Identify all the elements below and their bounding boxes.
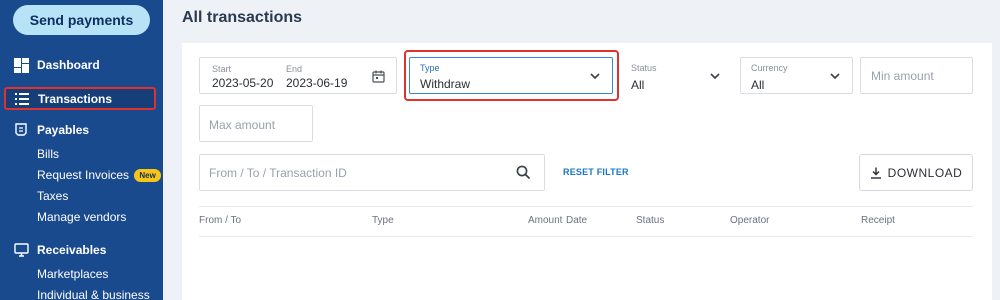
column-header-receipt: Receipt [861,215,895,226]
sidebar-item-label: Payables [37,123,90,137]
start-label: Start [212,64,232,74]
payables-icon [13,122,29,138]
sidebar-item-payables[interactable]: Payables [13,120,89,140]
search-input[interactable]: From / To / Transaction ID [199,154,545,191]
list-icon [14,91,30,107]
table-divider [199,206,973,207]
currency-select[interactable]: Currency All [740,57,853,94]
end-date-value: 2023-06-19 [286,76,348,90]
search-placeholder: From / To / Transaction ID [209,166,347,180]
status-select[interactable]: Status All [620,57,732,94]
date-range-field[interactable]: Start 2023-05-20 End 2023-06-19 [199,57,397,94]
sidebar-subitem-request-invoices[interactable]: Request Invoices New [37,167,161,183]
reset-filter-link[interactable]: RESET FILTER [563,167,629,177]
download-icon [870,167,881,179]
sidebar-item-transactions[interactable]: Transactions [4,87,156,110]
column-header-status: Status [636,215,665,226]
column-header-from-to: From / To [199,215,242,226]
sidebar-subitem-bills[interactable]: Bills [37,146,59,162]
chevron-down-icon [710,73,720,80]
end-label: End [286,64,303,74]
chevron-down-icon [830,73,840,80]
type-select-highlight [404,50,619,101]
sidebar-item-label: Receivables [37,243,107,257]
status-value: All [631,78,645,92]
calendar-icon[interactable] [372,70,385,88]
page-title: All transactions [182,9,303,26]
sidebar-subitem-manage-vendors[interactable]: Manage vendors [37,209,126,225]
min-amount-placeholder: Min amount [871,69,934,83]
table-divider [199,236,973,237]
column-header-operator: Operator [730,215,770,226]
status-label: Status [631,63,657,73]
currency-label: Currency [751,63,788,73]
sidebar-item-label: Dashboard [37,58,100,72]
currency-value: All [751,78,765,92]
download-button[interactable]: DOWNLOAD [859,154,973,191]
sidebar-subitem-marketplaces[interactable]: Marketplaces [37,266,108,282]
sidebar-item-receivables[interactable]: Receivables [13,240,106,260]
send-payments-button[interactable]: Send payments [13,5,150,35]
dashboard-icon [13,57,29,73]
sidebar-subitem-taxes[interactable]: Taxes [37,188,68,204]
column-header-date: Date [566,215,588,226]
sidebar-subitem-label: Request Invoices [37,168,130,182]
new-badge: New [134,169,161,182]
sidebar-item-dashboard[interactable]: Dashboard [13,55,100,75]
search-icon[interactable] [516,165,531,180]
sidebar: Send payments Dashboard Transactions Pay… [0,0,163,300]
min-amount-input[interactable]: Min amount [860,57,973,94]
start-date-value: 2023-05-20 [212,76,274,90]
download-label: DOWNLOAD [887,165,963,180]
sidebar-item-label: Transactions [38,91,113,106]
column-header-amount: Amount [528,215,563,226]
receivables-icon [13,242,29,258]
max-amount-input[interactable]: Max amount [199,105,313,142]
max-amount-placeholder: Max amount [209,118,276,132]
column-header-type: Type [372,215,394,226]
sidebar-subitem-individual-business[interactable]: Individual & business [37,287,150,300]
